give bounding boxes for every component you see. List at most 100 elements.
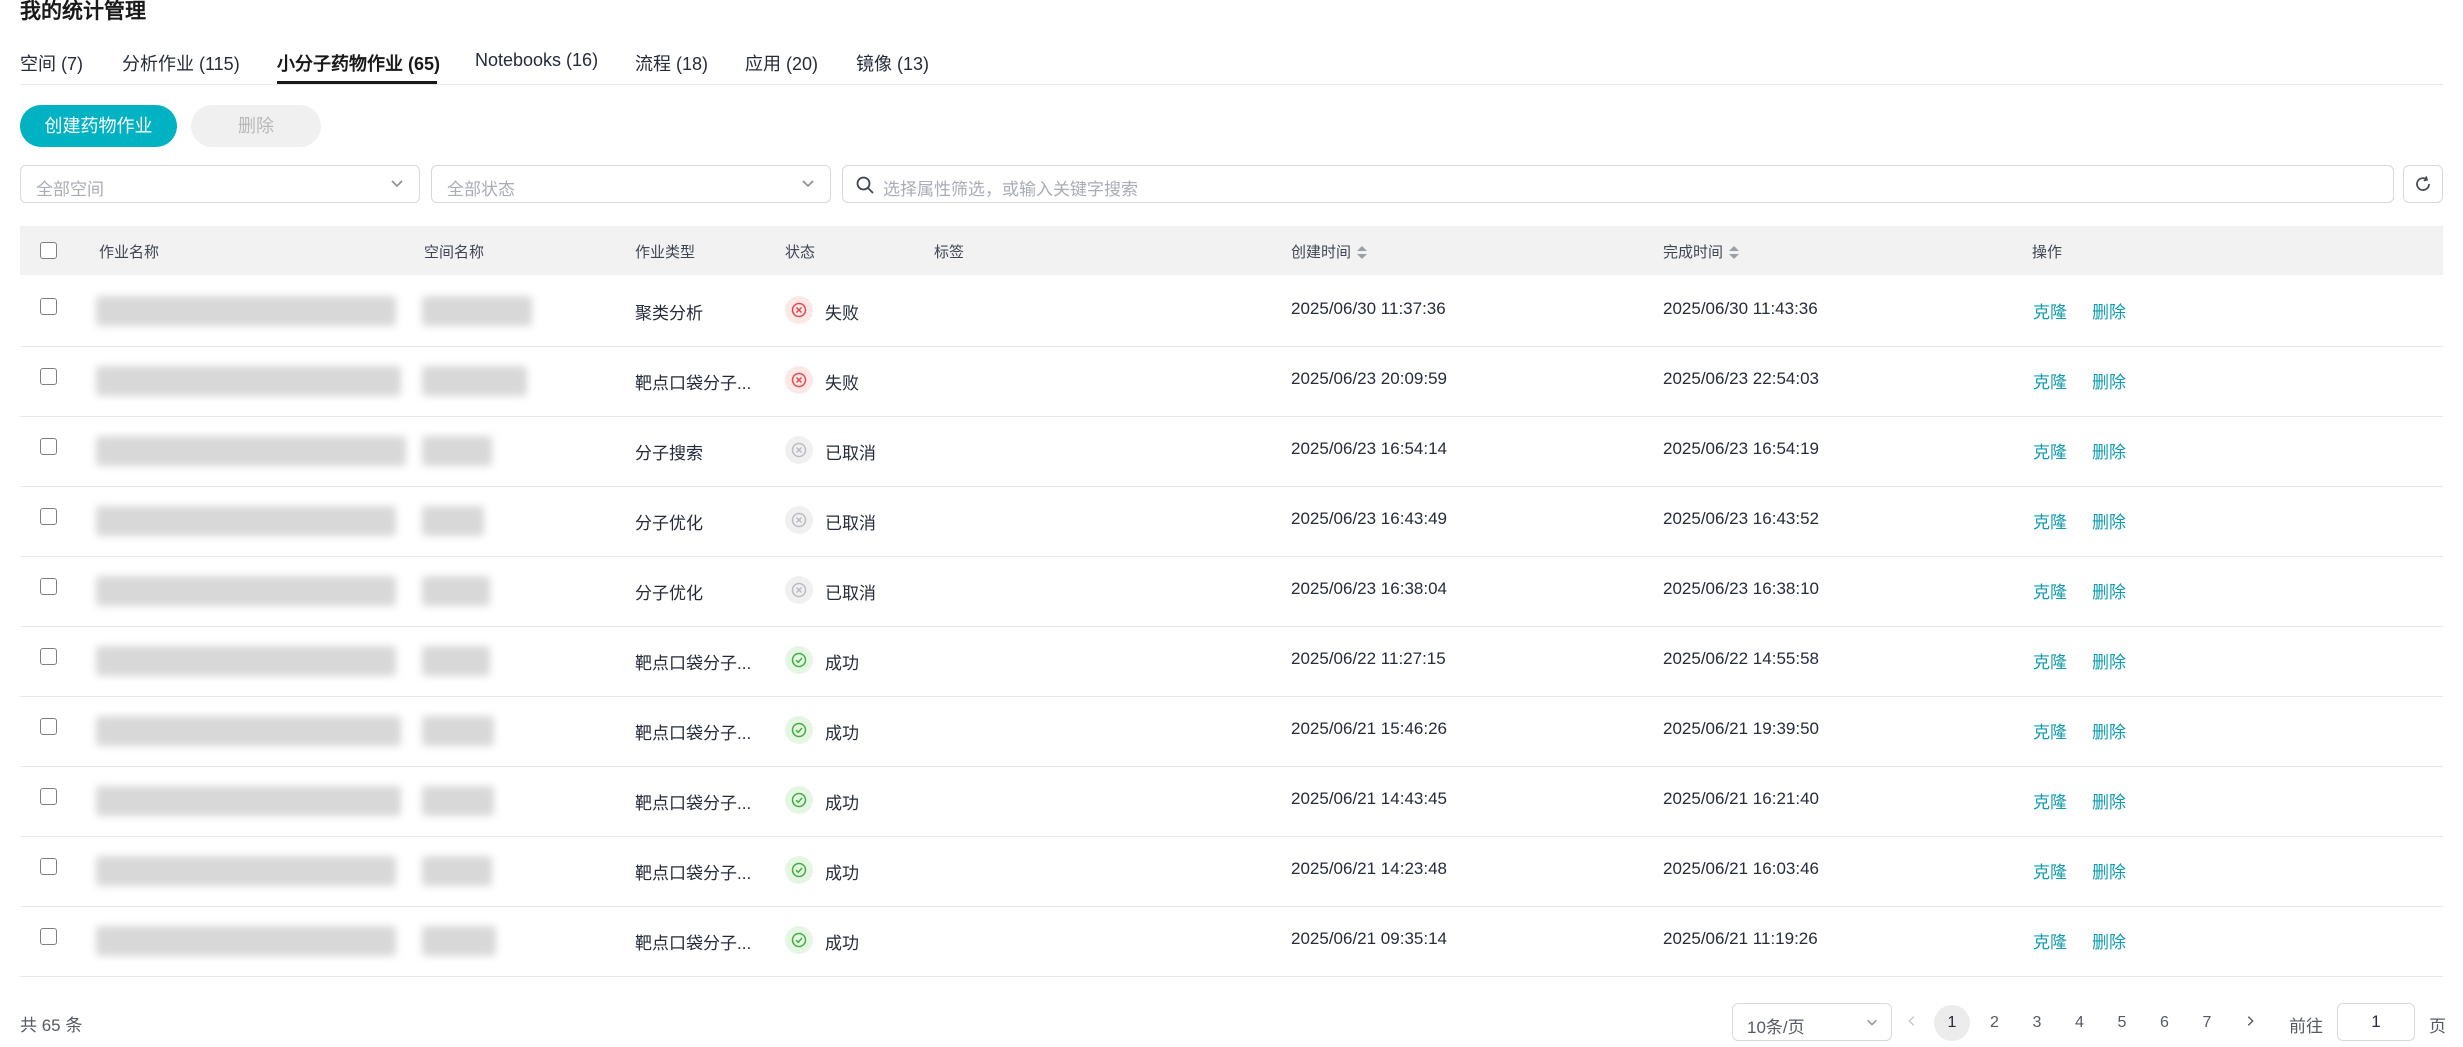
tab-spaces[interactable]: 空间 (7) bbox=[20, 50, 83, 76]
page-3-button[interactable]: 3 bbox=[2019, 1005, 2055, 1041]
job-type: 分子优化 bbox=[635, 514, 703, 533]
page-size-select[interactable]: 10条/页 bbox=[1732, 1003, 1892, 1041]
tab-images[interactable]: 镜像 (13) bbox=[856, 50, 929, 76]
table-row: 分子优化 已取消 2025/06/23 16:43:49 2025/06/23 16:… bbox=[20, 486, 2443, 557]
delete-link[interactable]: 删除 bbox=[2092, 438, 2126, 463]
space-filter-placeholder: 全部空间 bbox=[36, 180, 104, 199]
page-2-button[interactable]: 2 bbox=[1977, 1005, 2013, 1041]
header-created-time[interactable]: 创建时间 bbox=[1291, 241, 1368, 262]
row-checkbox[interactable] bbox=[40, 438, 57, 455]
page-5-button[interactable]: 5 bbox=[2104, 1005, 2140, 1041]
header-finished-time[interactable]: 完成时间 bbox=[1663, 241, 1740, 262]
job-name-redacted bbox=[96, 366, 401, 396]
tab-bar: 空间 (7) 分析作业 (115) 小分子药物作业 (65) Notebooks… bbox=[20, 44, 2443, 85]
delete-link[interactable]: 删除 bbox=[2092, 718, 2126, 743]
space-name-redacted bbox=[422, 506, 484, 536]
created-time: 2025/06/22 11:27:15 bbox=[1291, 649, 1446, 668]
space-name-redacted bbox=[422, 436, 492, 466]
refresh-button[interactable] bbox=[2403, 165, 2443, 203]
goto-label: 前往 bbox=[2289, 1017, 2323, 1036]
clone-link[interactable]: 克隆 bbox=[2033, 368, 2067, 393]
table-header: 作业名称 空间名称 作业类型 状态 标签 创建时间 完成时间 操作 bbox=[20, 226, 2443, 275]
space-name-redacted bbox=[422, 786, 494, 816]
table-row: 靶点口袋分子... 成功 2025/06/21 15:46:26 2025/06/21… bbox=[20, 696, 2443, 767]
header-space-name: 空间名称 bbox=[424, 244, 485, 261]
goto-page-input[interactable]: 1 bbox=[2337, 1003, 2415, 1041]
sort-icon[interactable] bbox=[1729, 246, 1740, 260]
job-type: 靶点口袋分子... bbox=[635, 794, 752, 813]
success-status-icon bbox=[785, 856, 813, 884]
search-input[interactable]: 选择属性筛选，或输入关键字搜索 bbox=[842, 165, 2394, 203]
chevron-down-icon bbox=[802, 180, 814, 188]
tab-apps[interactable]: 应用 (20) bbox=[745, 50, 818, 76]
finished-time: 2025/06/23 16:54:19 bbox=[1663, 439, 1819, 458]
status-text: 成功 bbox=[825, 934, 859, 953]
chevron-down-icon bbox=[391, 180, 403, 188]
row-checkbox[interactable] bbox=[40, 858, 57, 875]
row-checkbox[interactable] bbox=[40, 788, 57, 805]
tab-analysis-jobs[interactable]: 分析作业 (115) bbox=[122, 50, 240, 76]
finished-time: 2025/06/21 16:21:40 bbox=[1663, 789, 1819, 808]
clone-link[interactable]: 克隆 bbox=[2033, 438, 2067, 463]
status-filter-select[interactable]: 全部状态 bbox=[431, 165, 831, 203]
select-all-checkbox[interactable] bbox=[40, 242, 57, 259]
status-text: 成功 bbox=[825, 794, 859, 813]
prev-page-icon[interactable] bbox=[1905, 1014, 1919, 1028]
tab-workflows[interactable]: 流程 (18) bbox=[635, 50, 708, 76]
create-drug-job-button[interactable]: 创建药物作业 bbox=[20, 105, 177, 147]
row-checkbox[interactable] bbox=[40, 718, 57, 735]
status-text: 已取消 bbox=[825, 584, 876, 603]
row-checkbox[interactable] bbox=[40, 648, 57, 665]
clone-link[interactable]: 克隆 bbox=[2033, 508, 2067, 533]
page-4-button[interactable]: 4 bbox=[2062, 1005, 2098, 1041]
delete-link[interactable]: 删除 bbox=[2092, 928, 2126, 953]
sort-icon[interactable] bbox=[1357, 246, 1368, 260]
row-checkbox[interactable] bbox=[40, 298, 57, 315]
next-page-icon[interactable] bbox=[2243, 1014, 2257, 1028]
page-title: 我的统计管理 bbox=[20, 0, 146, 23]
page-size-value: 10条/页 bbox=[1747, 1018, 1805, 1037]
row-checkbox[interactable] bbox=[40, 508, 57, 525]
job-name-redacted bbox=[96, 296, 396, 326]
job-name-redacted bbox=[96, 716, 401, 746]
delete-link[interactable]: 删除 bbox=[2092, 788, 2126, 813]
space-filter-select[interactable]: 全部空间 bbox=[20, 165, 420, 203]
finished-time: 2025/06/21 19:39:50 bbox=[1663, 719, 1819, 738]
clone-link[interactable]: 克隆 bbox=[2033, 648, 2067, 673]
page-1-button[interactable]: 1 bbox=[1934, 1005, 1970, 1041]
delete-link[interactable]: 删除 bbox=[2092, 578, 2126, 603]
table-row: 分子优化 已取消 2025/06/23 16:38:04 2025/06/23 16:… bbox=[20, 556, 2443, 627]
delete-link[interactable]: 删除 bbox=[2092, 508, 2126, 533]
table-row: 聚类分析 失败 2025/06/30 11:37:36 2025/06/30 11:4… bbox=[20, 276, 2443, 347]
page-7-button[interactable]: 7 bbox=[2189, 1005, 2225, 1041]
clone-link[interactable]: 克隆 bbox=[2033, 718, 2067, 743]
total-count: 共 65 条 bbox=[20, 1016, 83, 1035]
page-6-button[interactable]: 6 bbox=[2147, 1005, 2183, 1041]
clone-link[interactable]: 克隆 bbox=[2033, 788, 2067, 813]
status-text: 失败 bbox=[825, 374, 859, 393]
delete-link[interactable]: 删除 bbox=[2092, 368, 2126, 393]
delete-link[interactable]: 删除 bbox=[2092, 858, 2126, 883]
clone-link[interactable]: 克隆 bbox=[2033, 578, 2067, 603]
space-name-redacted bbox=[422, 716, 494, 746]
row-checkbox[interactable] bbox=[40, 928, 57, 945]
table-row: 靶点口袋分子... 成功 2025/06/21 09:35:14 2025/06/21… bbox=[20, 906, 2443, 977]
clone-link[interactable]: 克隆 bbox=[2033, 928, 2067, 953]
clone-link[interactable]: 克隆 bbox=[2033, 298, 2067, 323]
job-name-redacted bbox=[96, 576, 396, 606]
space-name-redacted bbox=[422, 366, 527, 396]
success-status-icon bbox=[785, 926, 813, 954]
created-time: 2025/06/23 16:38:04 bbox=[1291, 579, 1447, 598]
finished-time: 2025/06/30 11:43:36 bbox=[1663, 299, 1818, 318]
row-checkbox[interactable] bbox=[40, 578, 57, 595]
tab-active-underline bbox=[277, 81, 437, 84]
job-type: 靶点口袋分子... bbox=[635, 654, 752, 673]
delete-link[interactable]: 删除 bbox=[2092, 298, 2126, 323]
clone-link[interactable]: 克隆 bbox=[2033, 858, 2067, 883]
tab-small-molecule-jobs[interactable]: 小分子药物作业 (65) bbox=[277, 50, 440, 76]
job-type: 靶点口袋分子... bbox=[635, 864, 752, 883]
tab-notebooks[interactable]: Notebooks (16) bbox=[475, 50, 598, 71]
job-name-redacted bbox=[96, 646, 396, 676]
row-checkbox[interactable] bbox=[40, 368, 57, 385]
delete-link[interactable]: 删除 bbox=[2092, 648, 2126, 673]
